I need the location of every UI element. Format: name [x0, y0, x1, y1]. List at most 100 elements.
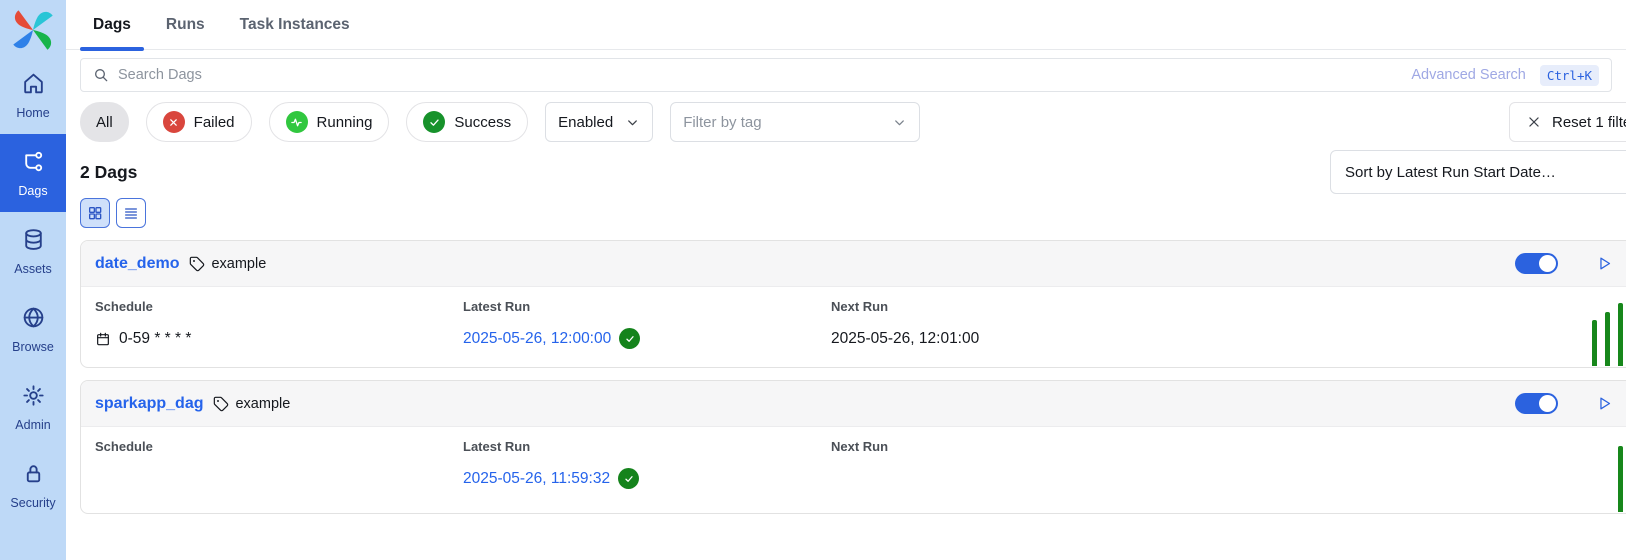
sort-select-value: Sort by Latest Run Start Date…: [1345, 164, 1556, 181]
next-run-label: Next Run: [831, 299, 1199, 314]
schedule-value: 0-59 * * * *: [95, 328, 463, 349]
lock-icon: [21, 461, 46, 489]
next-run-column: Next Run 2025-05-26, 12:01:00: [831, 299, 1199, 349]
airflow-dags-page: Home Dags Assets Browse Admin: [0, 0, 1626, 560]
tag-icon: [213, 396, 229, 412]
close-icon: [1527, 115, 1541, 129]
dag-card-body: Schedule 0-59 * * * * Latest Run 2025-05…: [81, 287, 1626, 367]
list-icon: [123, 205, 139, 221]
tab-bar: Dags Runs Task Instances: [66, 0, 1626, 50]
dag-name-link[interactable]: date_demo: [95, 255, 179, 273]
filter-running-label: Running: [317, 114, 373, 131]
filter-failed-label: Failed: [194, 114, 235, 131]
schedule-value: [95, 468, 463, 489]
trigger-dag-button[interactable]: [1596, 255, 1613, 272]
grid-icon: [87, 205, 103, 221]
sidebar-item-browse[interactable]: Browse: [0, 290, 66, 368]
reset-filters-label: Reset 1 filter: [1552, 114, 1626, 131]
sidebar-item-security[interactable]: Security: [0, 446, 66, 524]
toggle-knob: [1539, 395, 1556, 412]
sort-select[interactable]: Sort by Latest Run Start Date…: [1330, 150, 1626, 194]
latest-run-link[interactable]: 2025-05-26, 12:00:00: [463, 330, 611, 348]
list-view-button[interactable]: [116, 198, 146, 228]
gear-icon: [21, 383, 46, 411]
next-run-value: 2025-05-26, 12:01:00: [831, 328, 1199, 349]
reset-filters-button[interactable]: Reset 1 filter: [1509, 102, 1626, 142]
tag-filter-placeholder: Filter by tag: [683, 114, 761, 131]
trigger-dag-button[interactable]: [1596, 395, 1613, 412]
filter-all-chip[interactable]: All: [80, 102, 129, 142]
run-history-bars: [1618, 446, 1623, 512]
search-bar: Advanced Search Ctrl+K: [80, 58, 1612, 92]
sidebar-item-home[interactable]: Home: [0, 56, 66, 134]
sidebar-item-admin[interactable]: Admin: [0, 368, 66, 446]
dag-enabled-toggle[interactable]: [1515, 253, 1558, 274]
enabled-select-value: Enabled: [558, 114, 613, 131]
dag-count: 2 Dags: [80, 162, 137, 183]
failed-x-icon: [163, 111, 185, 133]
tab-dags[interactable]: Dags: [80, 0, 144, 49]
dag-tag-label: example: [211, 256, 266, 272]
enabled-select[interactable]: Enabled: [545, 102, 653, 142]
chevron-down-icon: [892, 115, 907, 130]
sidebar-item-label: Security: [10, 496, 55, 510]
sidebar-item-assets[interactable]: Assets: [0, 212, 66, 290]
search-input[interactable]: [118, 67, 1411, 83]
sidebar-item-dags[interactable]: Dags: [0, 134, 66, 212]
latest-run-label: Latest Run: [463, 439, 831, 454]
database-icon: [21, 227, 46, 255]
filter-row: All Failed Running Success: [80, 102, 1612, 142]
latest-run-value: 2025-05-26, 12:00:00: [463, 328, 831, 349]
filter-running-chip[interactable]: Running: [269, 102, 390, 142]
tab-task-instances[interactable]: Task Instances: [227, 0, 363, 49]
run-history-bar[interactable]: [1618, 303, 1623, 366]
sidebar-item-label: Dags: [18, 184, 47, 198]
card-view-button[interactable]: [80, 198, 110, 228]
run-success-badge: [618, 468, 639, 489]
dag-enabled-toggle[interactable]: [1515, 393, 1558, 414]
schedule-text: 0-59 * * * *: [119, 330, 191, 348]
latest-run-link[interactable]: 2025-05-26, 11:59:32: [463, 470, 610, 488]
tag-icon: [189, 256, 205, 272]
latest-run-value: 2025-05-26, 11:59:32: [463, 468, 831, 489]
globe-icon: [21, 305, 46, 333]
dag-tag[interactable]: example: [189, 256, 266, 272]
run-history-bar[interactable]: [1618, 446, 1623, 512]
dag-card-header: date_demo example: [81, 241, 1626, 287]
main-content: Dags Runs Task Instances Advanced Search…: [66, 0, 1626, 560]
dag-card-actions: [1515, 253, 1613, 274]
latest-run-column: Latest Run 2025-05-26, 11:59:32: [463, 439, 831, 489]
sidebar-item-label: Browse: [12, 340, 54, 354]
filter-success-chip[interactable]: Success: [406, 102, 528, 142]
run-history-bar[interactable]: [1592, 320, 1597, 366]
dag-tag[interactable]: example: [213, 396, 290, 412]
shortcut-badge: Ctrl+K: [1540, 65, 1599, 86]
latest-run-label: Latest Run: [463, 299, 831, 314]
dag-card-date-demo: date_demo example Schedule: [80, 240, 1626, 368]
running-activity-icon: [286, 111, 308, 133]
run-history-bar[interactable]: [1605, 312, 1610, 366]
dag-card-actions: [1515, 393, 1613, 414]
next-run-value: [831, 468, 1199, 489]
success-check-icon: [423, 111, 445, 133]
filter-failed-chip[interactable]: Failed: [146, 102, 252, 142]
dag-card-header: sparkapp_dag example: [81, 381, 1626, 427]
schedule-column: Schedule 0-59 * * * *: [95, 299, 463, 349]
next-run-label: Next Run: [831, 439, 1199, 454]
dag-name-link[interactable]: sparkapp_dag: [95, 395, 203, 413]
run-success-badge: [619, 328, 640, 349]
advanced-search-link[interactable]: Advanced Search: [1411, 67, 1525, 83]
calendar-icon: [95, 331, 111, 347]
summary-row: 2 Dags Sort by Latest Run Start Date…: [80, 150, 1612, 194]
tab-runs[interactable]: Runs: [153, 0, 218, 49]
dag-card-body: Schedule Latest Run 2025-05-26, 11:59:32…: [81, 427, 1626, 513]
airflow-logo[interactable]: [12, 0, 54, 56]
schedule-label: Schedule: [95, 299, 463, 314]
tag-filter-select[interactable]: Filter by tag: [670, 102, 920, 142]
play-icon: [1596, 395, 1613, 412]
toggle-knob: [1539, 255, 1556, 272]
dag-tag-label: example: [235, 396, 290, 412]
filter-success-label: Success: [454, 114, 511, 131]
run-history-bars: [1592, 303, 1623, 366]
play-icon: [1596, 255, 1613, 272]
